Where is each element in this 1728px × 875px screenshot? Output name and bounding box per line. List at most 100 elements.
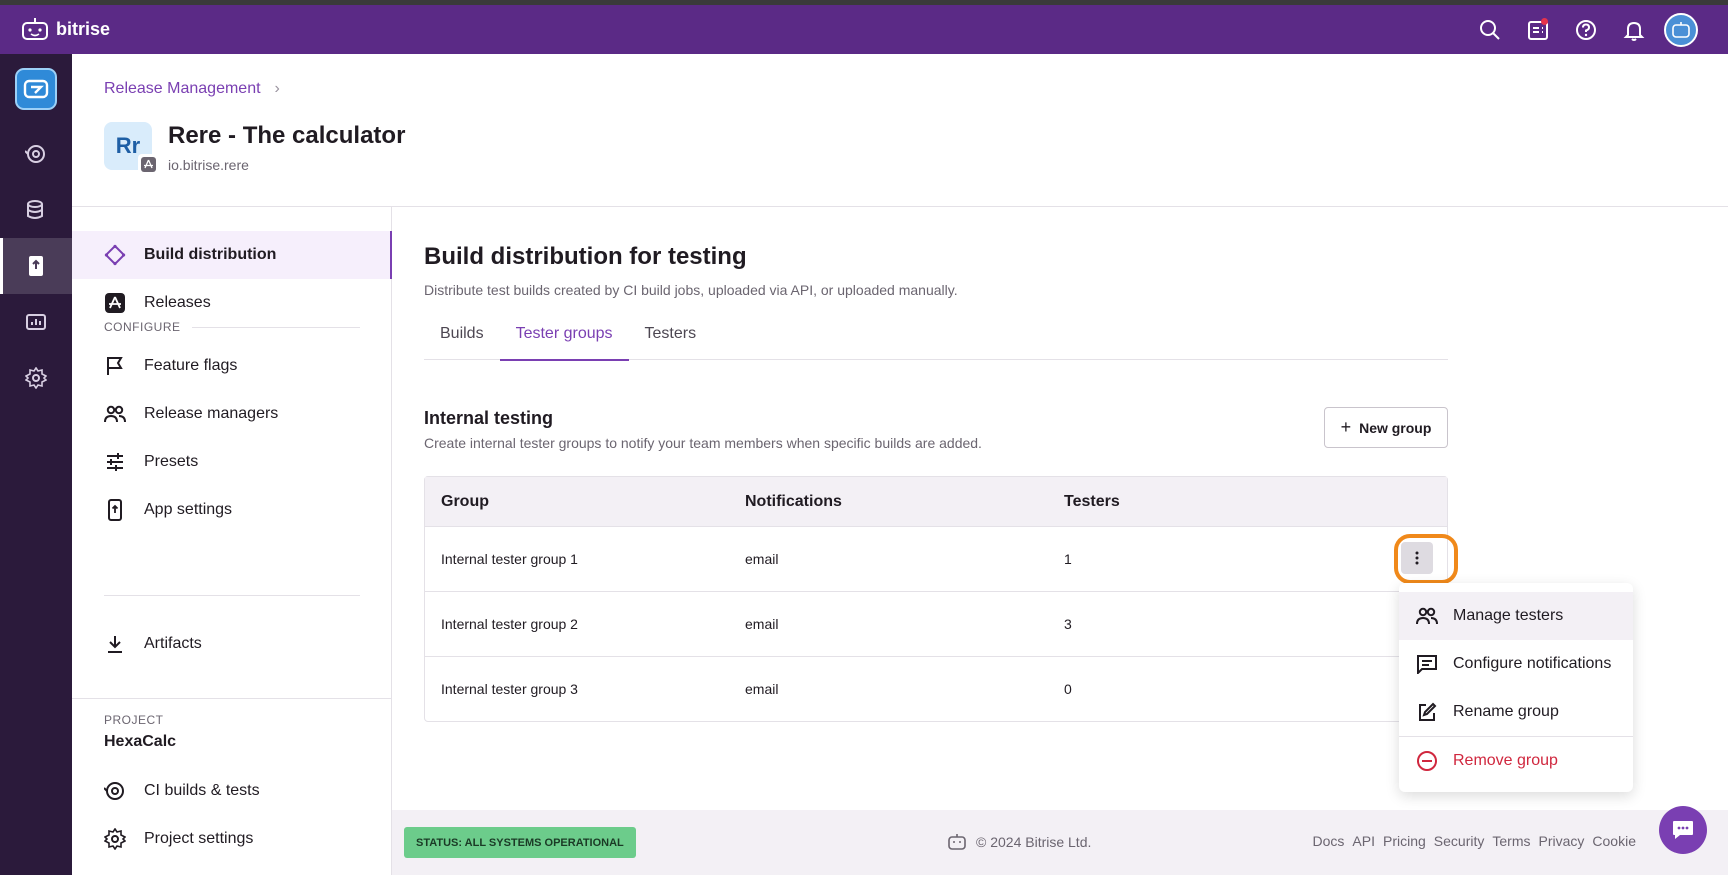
nav-label: Artifacts: [144, 635, 202, 652]
status-badge[interactable]: STATUS: ALL SYSTEMS OPERATIONAL: [404, 827, 636, 858]
people-icon: [104, 403, 126, 425]
bitrise-bot-icon: [22, 18, 48, 40]
tab-tester-groups[interactable]: Tester groups: [499, 307, 629, 361]
bundle-id: io.bitrise.rere: [168, 157, 249, 173]
table-row: Internal tester group 3 email 0: [425, 656, 1447, 721]
nav-build-distribution[interactable]: Build distribution: [72, 231, 392, 279]
footer-link-api[interactable]: API: [1352, 833, 1375, 849]
footer-links: Docs API Pricing Security Terms Privacy …: [1305, 833, 1636, 849]
page-title: Build distribution for testing: [424, 243, 747, 270]
message-icon: [1415, 652, 1439, 676]
notification-dot: [1541, 18, 1548, 25]
menu-label: Remove group: [1453, 752, 1558, 769]
nav-label: Release managers: [144, 405, 279, 422]
footer-link-security[interactable]: Security: [1434, 833, 1485, 849]
menu-manage-testers[interactable]: Manage testers: [1399, 592, 1633, 640]
project-name[interactable]: HexaCalc: [104, 733, 176, 751]
project-section-label: PROJECT: [104, 713, 164, 727]
nav-feature-flags[interactable]: Feature flags: [72, 342, 391, 390]
ci-icon: [104, 780, 126, 802]
nav-label: Releases: [144, 294, 211, 311]
menu-configure-notifications[interactable]: Configure notifications: [1399, 640, 1633, 688]
app-store-icon: [140, 156, 156, 172]
ci-icon[interactable]: [0, 126, 72, 182]
divider: [192, 327, 360, 328]
nav-ci-builds[interactable]: CI builds & tests: [72, 767, 391, 815]
kebab-icon: [1415, 551, 1419, 565]
nav-release-managers[interactable]: Release managers: [72, 390, 391, 438]
copyright: © 2024 Bitrise Ltd.: [947, 833, 1091, 851]
section-description: Create internal tester groups to notify …: [424, 435, 982, 451]
user-avatar[interactable]: [1664, 12, 1698, 47]
notifications-value: email: [745, 551, 779, 567]
divider: [72, 698, 391, 699]
help-icon[interactable]: [1562, 5, 1610, 54]
app-store-icon: [104, 292, 126, 314]
nav-label: Project settings: [144, 830, 254, 847]
column-header-notifications: Notifications: [745, 492, 842, 510]
settings-icon[interactable]: [0, 350, 72, 406]
testers-count: 1: [1064, 551, 1072, 567]
download-icon: [104, 633, 126, 655]
menu-label: Manage testers: [1453, 607, 1564, 624]
column-header-testers: Testers: [1064, 492, 1120, 510]
menu-label: Configure notifications: [1453, 655, 1612, 672]
row-actions-button[interactable]: [1401, 542, 1433, 574]
plus-icon: +: [1340, 417, 1352, 437]
nav-label: Build distribution: [144, 246, 277, 263]
testers-count: 3: [1064, 616, 1072, 632]
menu-remove-group[interactable]: Remove group: [1399, 737, 1633, 785]
chevron-right-icon: ›: [274, 80, 280, 97]
nav-label: CI builds & tests: [144, 782, 260, 799]
tab-builds[interactable]: Builds: [424, 307, 500, 360]
group-name: Internal tester group 1: [441, 551, 578, 567]
left-rail: [0, 54, 72, 875]
footer-link-docs[interactable]: Docs: [1313, 833, 1345, 849]
nav-presets[interactable]: Presets: [72, 438, 391, 486]
nav-app-settings[interactable]: App settings: [72, 486, 391, 534]
menu-rename-group[interactable]: Rename group: [1399, 688, 1633, 736]
chat-icon: [1673, 821, 1693, 839]
column-header-group: Group: [441, 492, 489, 510]
database-icon[interactable]: [0, 182, 72, 238]
insights-icon[interactable]: [0, 294, 72, 350]
nav-project-settings[interactable]: Project settings: [72, 815, 391, 863]
tab-testers[interactable]: Testers: [629, 307, 713, 360]
chat-support-button[interactable]: [1659, 806, 1707, 854]
tester-groups-table: Group Notifications Testers Internal tes…: [424, 476, 1458, 722]
footer-link-terms[interactable]: Terms: [1492, 833, 1530, 849]
release-sidenav: Build distribution Releases CONFIGURE Fe…: [72, 207, 392, 875]
changelog-icon[interactable]: [1514, 5, 1562, 54]
menu-label: Rename group: [1453, 703, 1559, 720]
bell-icon[interactable]: [1610, 5, 1658, 54]
nav-label: App settings: [144, 501, 233, 518]
bitrise-logo[interactable]: bitrise: [20, 17, 110, 41]
footer-link-privacy[interactable]: Privacy: [1539, 833, 1585, 849]
breadcrumb: Release Management ›: [104, 80, 280, 98]
release-icon[interactable]: [0, 238, 72, 294]
sliders-icon: [104, 451, 126, 473]
nav-label: Presets: [144, 453, 199, 470]
nav-label: Feature flags: [144, 357, 238, 374]
testers-count: 0: [1064, 681, 1072, 697]
breadcrumb-release-management[interactable]: Release Management: [104, 80, 261, 98]
brand-name: bitrise: [56, 18, 111, 39]
footer-link-cookie[interactable]: Cookie: [1592, 833, 1636, 849]
new-group-button[interactable]: + New group: [1324, 407, 1448, 448]
notifications-value: email: [745, 616, 779, 632]
group-name: Internal tester group 3: [441, 681, 578, 697]
platform-badge: [138, 154, 158, 174]
notifications-value: email: [745, 681, 779, 697]
search-icon[interactable]: [1466, 5, 1514, 54]
table-row: Internal tester group 1 email 1: [425, 526, 1458, 591]
app-switcher-icon[interactable]: [15, 68, 57, 110]
row-actions-menu: Manage testers Configure notifications R…: [1399, 583, 1633, 792]
top-bar: bitrise: [0, 5, 1728, 54]
configure-section-label: CONFIGURE: [104, 320, 181, 334]
nav-artifacts[interactable]: Artifacts: [72, 620, 391, 668]
footer-link-pricing[interactable]: Pricing: [1383, 833, 1426, 849]
project-header: Release Management › Rr Rere - The calcu…: [72, 54, 1728, 207]
flag-icon: [104, 355, 126, 377]
edit-icon: [1415, 700, 1439, 724]
minus-circle-icon: [1415, 749, 1439, 773]
